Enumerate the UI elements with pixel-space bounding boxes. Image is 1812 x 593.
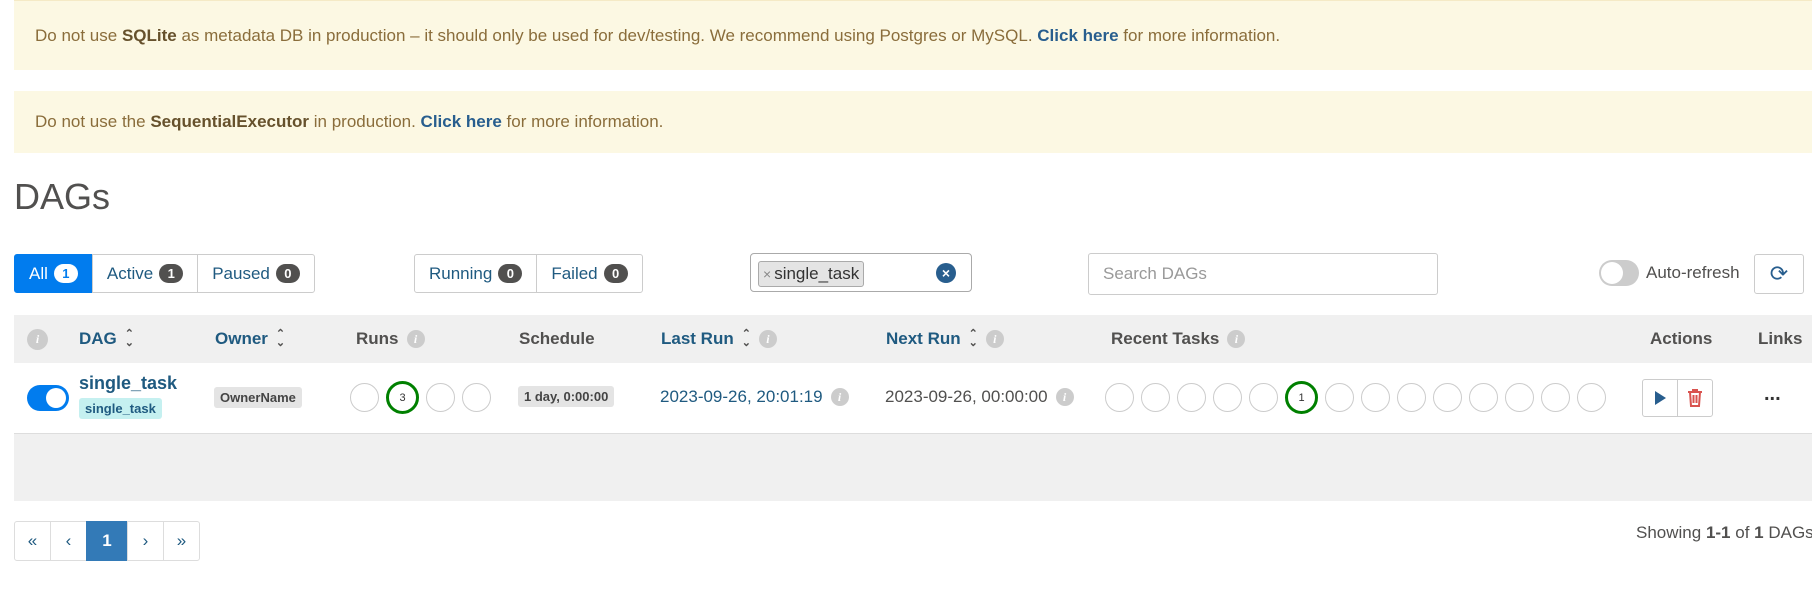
info-icon: i xyxy=(1055,388,1074,406)
task-state-circle[interactable] xyxy=(1397,383,1426,412)
task-state-circle[interactable] xyxy=(1213,383,1242,412)
filter-running-button[interactable]: Running 0 xyxy=(414,254,538,293)
task-state-circle[interactable] xyxy=(1469,383,1498,412)
runs-circles: 3 xyxy=(350,379,498,416)
refresh-icon: ⟳ xyxy=(1769,261,1789,286)
tag-chip: × single_task xyxy=(758,261,865,287)
clear-tags-icon[interactable]: × xyxy=(936,263,956,283)
filter-all-button[interactable]: All 1 xyxy=(14,254,93,293)
dags-table: i DAG ⌃ ⌄ Owner ⌃ ⌄ Runs i Schedule Last Run ⌃… xyxy=(14,315,1812,501)
tag-filter-select[interactable]: × single_task × xyxy=(750,253,972,292)
auto-refresh-toggle[interactable] xyxy=(1599,260,1639,286)
showing-count-text: Showing 1-1 of 1 DAGs xyxy=(1636,523,1812,542)
run-state-circle[interactable] xyxy=(350,383,379,412)
executor-info-link[interactable]: Click here xyxy=(421,112,502,131)
filter-paused-button[interactable]: Paused 0 xyxy=(197,254,315,293)
alert-text: Do not use the SequentialExecutor in pro… xyxy=(35,112,664,131)
recent-tasks-circles: 1 xyxy=(1105,379,1613,416)
prev-page-button[interactable]: ‹ xyxy=(50,521,87,561)
task-state-circle[interactable] xyxy=(1577,383,1606,412)
header-next-run[interactable]: Next Run ⌃ ⌄ i xyxy=(886,315,1004,363)
count-badge: 1 xyxy=(159,264,184,283)
table-header: i DAG ⌃ ⌄ Owner ⌃ ⌄ Runs i Schedule Last Run ⌃… xyxy=(14,315,1812,364)
run-filter-group: Running 0 Failed 0 xyxy=(414,254,643,293)
info-icon: i xyxy=(830,388,849,406)
delete-dag-button[interactable] xyxy=(1677,379,1713,417)
tag-chip-label: single_task xyxy=(774,264,860,283)
last-run-link[interactable]: 2023-09-26, 20:01:19 xyxy=(660,387,823,407)
count-badge: 0 xyxy=(498,264,523,283)
sort-icon: ⌃ ⌄ xyxy=(275,328,286,349)
dag-id-link[interactable]: single_task xyxy=(79,373,177,394)
info-header: i xyxy=(27,315,48,363)
task-state-circle[interactable] xyxy=(1361,383,1390,412)
status-filter-group: All 1 Active 1 Paused 0 xyxy=(14,254,315,293)
alert-text: Do not use SQLite as metadata DB in prod… xyxy=(35,25,1281,45)
task-state-circle[interactable] xyxy=(1249,383,1278,412)
header-recent-tasks: Recent Tasks i xyxy=(1111,315,1246,363)
remove-tag-icon[interactable]: × xyxy=(763,266,771,282)
task-state-circle[interactable] xyxy=(1541,383,1570,412)
schedule-badge: 1 day, 0:00:00 xyxy=(518,386,615,407)
info-icon: i xyxy=(27,328,48,350)
task-state-circle[interactable] xyxy=(1177,383,1206,412)
count-badge: 1 xyxy=(53,264,78,283)
task-state-circle[interactable] xyxy=(1325,383,1354,412)
info-icon: i xyxy=(1227,330,1246,348)
trigger-dag-button[interactable] xyxy=(1642,379,1678,417)
page-title: DAGs xyxy=(14,176,111,217)
current-page-button[interactable]: 1 xyxy=(86,521,128,561)
executor-warning-alert: Do not use the SequentialExecutor in pro… xyxy=(14,91,1812,153)
header-dag[interactable]: DAG ⌃ ⌄ xyxy=(79,315,134,363)
run-state-circle[interactable]: 3 xyxy=(386,381,419,414)
owner-badge[interactable]: OwnerName xyxy=(214,387,302,408)
search-input[interactable] xyxy=(1088,253,1438,295)
header-owner[interactable]: Owner ⌃ ⌄ xyxy=(215,315,285,363)
trash-icon xyxy=(1688,389,1702,407)
sqlite-info-link[interactable]: Click here xyxy=(1037,26,1118,45)
links-more-icon[interactable]: ... xyxy=(1764,383,1781,406)
sort-icon: ⌃ ⌄ xyxy=(741,328,751,349)
dag-pause-toggle[interactable] xyxy=(27,385,69,411)
header-runs: Runs i xyxy=(356,315,425,363)
table-row: single_task single_task OwnerName 3 1 da… xyxy=(14,363,1812,434)
run-state-circle[interactable] xyxy=(426,383,455,412)
info-icon: i xyxy=(406,330,425,348)
count-badge: 0 xyxy=(603,264,628,283)
next-run-value: 2023-09-26, 00:00:00 xyxy=(885,387,1048,406)
header-links: Links xyxy=(1758,329,1803,348)
count-badge: 0 xyxy=(275,264,300,283)
sqlite-warning-alert: Do not use SQLite as metadata DB in prod… xyxy=(14,0,1812,70)
sort-icon: ⌃ ⌄ xyxy=(124,328,134,349)
run-state-circle[interactable] xyxy=(462,383,491,412)
first-page-button[interactable]: « xyxy=(14,521,51,561)
header-schedule: Schedule xyxy=(519,329,595,348)
filter-failed-button[interactable]: Failed 0 xyxy=(536,254,643,293)
actions-group xyxy=(1642,379,1713,417)
refresh-button[interactable]: ⟳ xyxy=(1754,254,1804,294)
play-icon xyxy=(1655,391,1666,405)
sort-icon: ⌃ ⌄ xyxy=(968,328,978,349)
header-last-run[interactable]: Last Run ⌃ ⌄ i xyxy=(661,315,777,363)
task-state-circle[interactable] xyxy=(1105,383,1134,412)
next-page-button[interactable]: › xyxy=(127,521,164,561)
task-state-circle[interactable] xyxy=(1505,383,1534,412)
filter-active-button[interactable]: Active 1 xyxy=(91,254,199,293)
task-state-circle[interactable] xyxy=(1141,383,1170,412)
task-state-circle[interactable]: 1 xyxy=(1285,381,1318,414)
task-state-circle[interactable] xyxy=(1433,383,1462,412)
dag-tag[interactable]: single_task xyxy=(79,398,162,419)
info-icon: i xyxy=(758,330,777,348)
last-page-button[interactable]: » xyxy=(163,521,200,561)
pagination: « ‹ 1 › » xyxy=(14,521,200,561)
info-icon: i xyxy=(985,330,1004,348)
auto-refresh-label: Auto-refresh xyxy=(1646,263,1740,282)
header-actions: Actions xyxy=(1650,329,1713,348)
